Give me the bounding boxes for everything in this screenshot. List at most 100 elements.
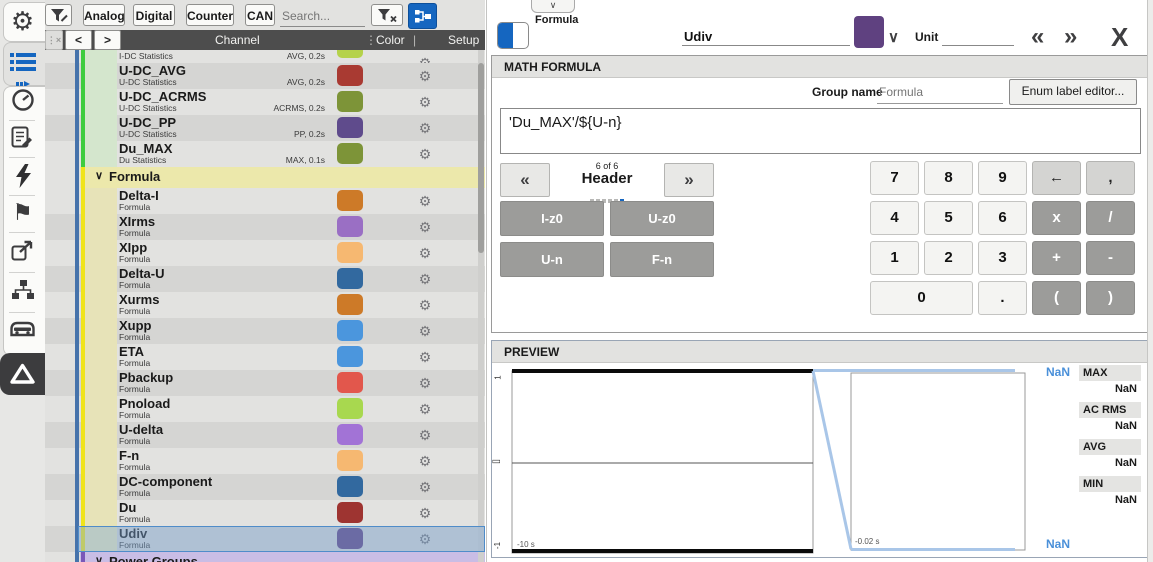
channel-row[interactable]: U-deltaFormula⚙ (45, 422, 485, 448)
page-prev-button[interactable]: < (65, 30, 92, 50)
channel-scrollbar[interactable] (478, 50, 484, 562)
channel-color-swatch[interactable] (337, 424, 363, 445)
channel-row[interactable]: F-nFormula⚙ (45, 448, 485, 474)
storing-bolt-icon[interactable] (0, 163, 45, 194)
column-setup[interactable]: Setup (448, 33, 479, 47)
channel-setup-gear-icon[interactable]: ⚙ (415, 119, 435, 137)
keypad-key[interactable]: ← (1032, 161, 1081, 195)
export-share-icon[interactable] (0, 240, 45, 267)
color-dropdown-chevron-icon[interactable]: ∨ (888, 28, 899, 46)
channel-setup-gear-icon[interactable]: ⚙ (415, 400, 435, 418)
channel-tree-button[interactable] (408, 3, 437, 29)
channel-row[interactable]: PbackupFormula⚙ (45, 370, 485, 396)
system-tree-icon[interactable] (0, 280, 45, 305)
channel-color-swatch[interactable] (337, 65, 363, 86)
channel-color-swatch[interactable] (337, 476, 363, 497)
channel-color-swatch[interactable] (337, 242, 363, 263)
formula-expression-input[interactable]: 'Du_MAX'/${U-n} (500, 108, 1141, 154)
channel-row[interactable]: DuFormula⚙ (45, 500, 485, 526)
channel-color-swatch[interactable] (337, 143, 363, 164)
channel-setup-gear-icon[interactable]: ⚙ (415, 322, 435, 340)
column-color[interactable]: Color (376, 33, 405, 47)
group-name-input[interactable] (877, 81, 1003, 104)
setup-file-icon[interactable] (0, 126, 45, 156)
channel-setup-gear-icon[interactable]: ⚙ (415, 504, 435, 522)
measure-gauge-icon[interactable] (0, 88, 45, 117)
channel-row[interactable]: XuppFormula⚙ (45, 318, 485, 344)
group-header-row[interactable]: ∨Power Groups (45, 552, 485, 562)
channel-row[interactable]: DC-componentFormula⚙ (45, 474, 485, 500)
channel-color-swatch[interactable] (337, 372, 363, 393)
channel-row[interactable]: Delta-IFormula⚙ (45, 188, 485, 214)
channel-color-swatch[interactable] (337, 190, 363, 211)
channel-row[interactable]: UdivFormula⚙ (45, 526, 485, 552)
group-header-row[interactable]: ∨Formula (45, 167, 485, 188)
close-button[interactable]: X (1111, 24, 1128, 50)
keypad-key[interactable]: ) (1086, 281, 1135, 315)
unit-input[interactable] (942, 28, 1014, 46)
keypad-key[interactable]: 6 (978, 201, 1027, 235)
filter-edit-button[interactable] (45, 4, 72, 26)
keypad-key[interactable]: ( (1032, 281, 1081, 315)
column-channel[interactable]: Channel (215, 33, 260, 47)
vehicle-car-icon[interactable] (0, 320, 45, 342)
channel-row[interactable]: ETAFormula⚙ (45, 344, 485, 370)
channel-row[interactable]: Du_MAXDu StatisticsMAX, 0.1s⚙ (45, 141, 485, 167)
channel-setup-gear-icon[interactable]: ⚙ (415, 296, 435, 314)
function-button-u-z0[interactable]: U-z0 (610, 201, 714, 236)
channel-color-swatch[interactable] (337, 117, 363, 138)
events-flag-icon[interactable]: ⚑ (0, 200, 45, 224)
filter-analog-button[interactable]: Analog (83, 4, 125, 26)
channel-color-swatch[interactable] (337, 346, 363, 367)
function-button-u-n[interactable]: U-n (500, 242, 604, 277)
channel-setup-gear-icon[interactable]: ⚙ (415, 244, 435, 262)
channel-row[interactable]: U-DC_PPU-DC StatisticsPP, 0.2s⚙ (45, 115, 485, 141)
channel-name-input[interactable] (682, 28, 850, 46)
channel-row[interactable]: I-DC StatisticsAVG, 0.2s⚙ (45, 50, 485, 63)
channel-color-swatch[interactable] (337, 294, 363, 315)
channel-setup-gear-icon[interactable]: ⚙ (415, 218, 435, 236)
filter-counter-button[interactable]: Counter (186, 4, 234, 26)
channel-row[interactable]: XurmsFormula⚙ (45, 292, 485, 318)
keypad-key[interactable]: - (1086, 241, 1135, 275)
keypad-key[interactable]: / (1086, 201, 1135, 235)
settings-gear-icon[interactable]: ⚙ (0, 7, 45, 35)
channel-color-swatch[interactable] (337, 320, 363, 341)
page-next-button[interactable]: > (94, 30, 121, 50)
keypad-key[interactable]: 4 (870, 201, 919, 235)
channel-setup-gear-icon[interactable]: ⚙ (415, 348, 435, 366)
channel-setup-gear-icon[interactable]: ⚙ (415, 374, 435, 392)
channel-color-swatch[interactable] (337, 502, 363, 523)
keypad-key[interactable]: . (978, 281, 1027, 315)
channel-setup-gear-icon[interactable]: ⚙ (415, 192, 435, 210)
channel-setup-gear-icon[interactable]: ⚙ (415, 426, 435, 444)
function-button-f-n[interactable]: F-n (610, 242, 714, 277)
keypad-page-next-button[interactable]: » (664, 163, 714, 197)
keypad-key[interactable]: x (1032, 201, 1081, 235)
filter-digital-button[interactable]: Digital (133, 4, 175, 26)
channel-setup-gear-icon[interactable]: ⚙ (415, 478, 435, 496)
channel-used-toggle[interactable] (497, 22, 529, 49)
channel-color-swatch[interactable] (337, 398, 363, 419)
keypad-key[interactable]: , (1086, 161, 1135, 195)
clear-sort-button[interactable]: ⋮× (45, 30, 63, 50)
function-button-i-z0[interactable]: I-z0 (500, 201, 604, 236)
channel-setup-gear-icon[interactable]: ⚙ (415, 67, 435, 85)
filter-clear-button[interactable] (371, 4, 403, 26)
channel-row[interactable]: U-DC_ACRMSU-DC StatisticsACRMS, 0.2s⚙ (45, 89, 485, 115)
enum-label-editor-button[interactable]: Enum label editor... (1009, 79, 1137, 105)
channel-setup-gear-icon[interactable]: ⚙ (415, 145, 435, 163)
collapse-tab[interactable]: ∨ (531, 0, 575, 13)
channel-row[interactable]: PnoloadFormula⚙ (45, 396, 485, 422)
scrollbar-thumb[interactable] (478, 63, 484, 253)
channel-row[interactable]: XIppFormula⚙ (45, 240, 485, 266)
channel-color-swatch[interactable] (854, 16, 884, 48)
keypad-key[interactable]: 0 (870, 281, 973, 315)
prev-channel-button[interactable]: « (1031, 24, 1044, 50)
keypad-key[interactable]: 8 (924, 161, 973, 195)
channel-color-swatch[interactable] (337, 216, 363, 237)
channel-setup-gear-icon[interactable]: ⚙ (415, 452, 435, 470)
channel-color-swatch[interactable] (337, 91, 363, 112)
channel-row[interactable]: U-DC_AVGU-DC StatisticsAVG, 0.2s⚙ (45, 63, 485, 89)
keypad-key[interactable]: + (1032, 241, 1081, 275)
